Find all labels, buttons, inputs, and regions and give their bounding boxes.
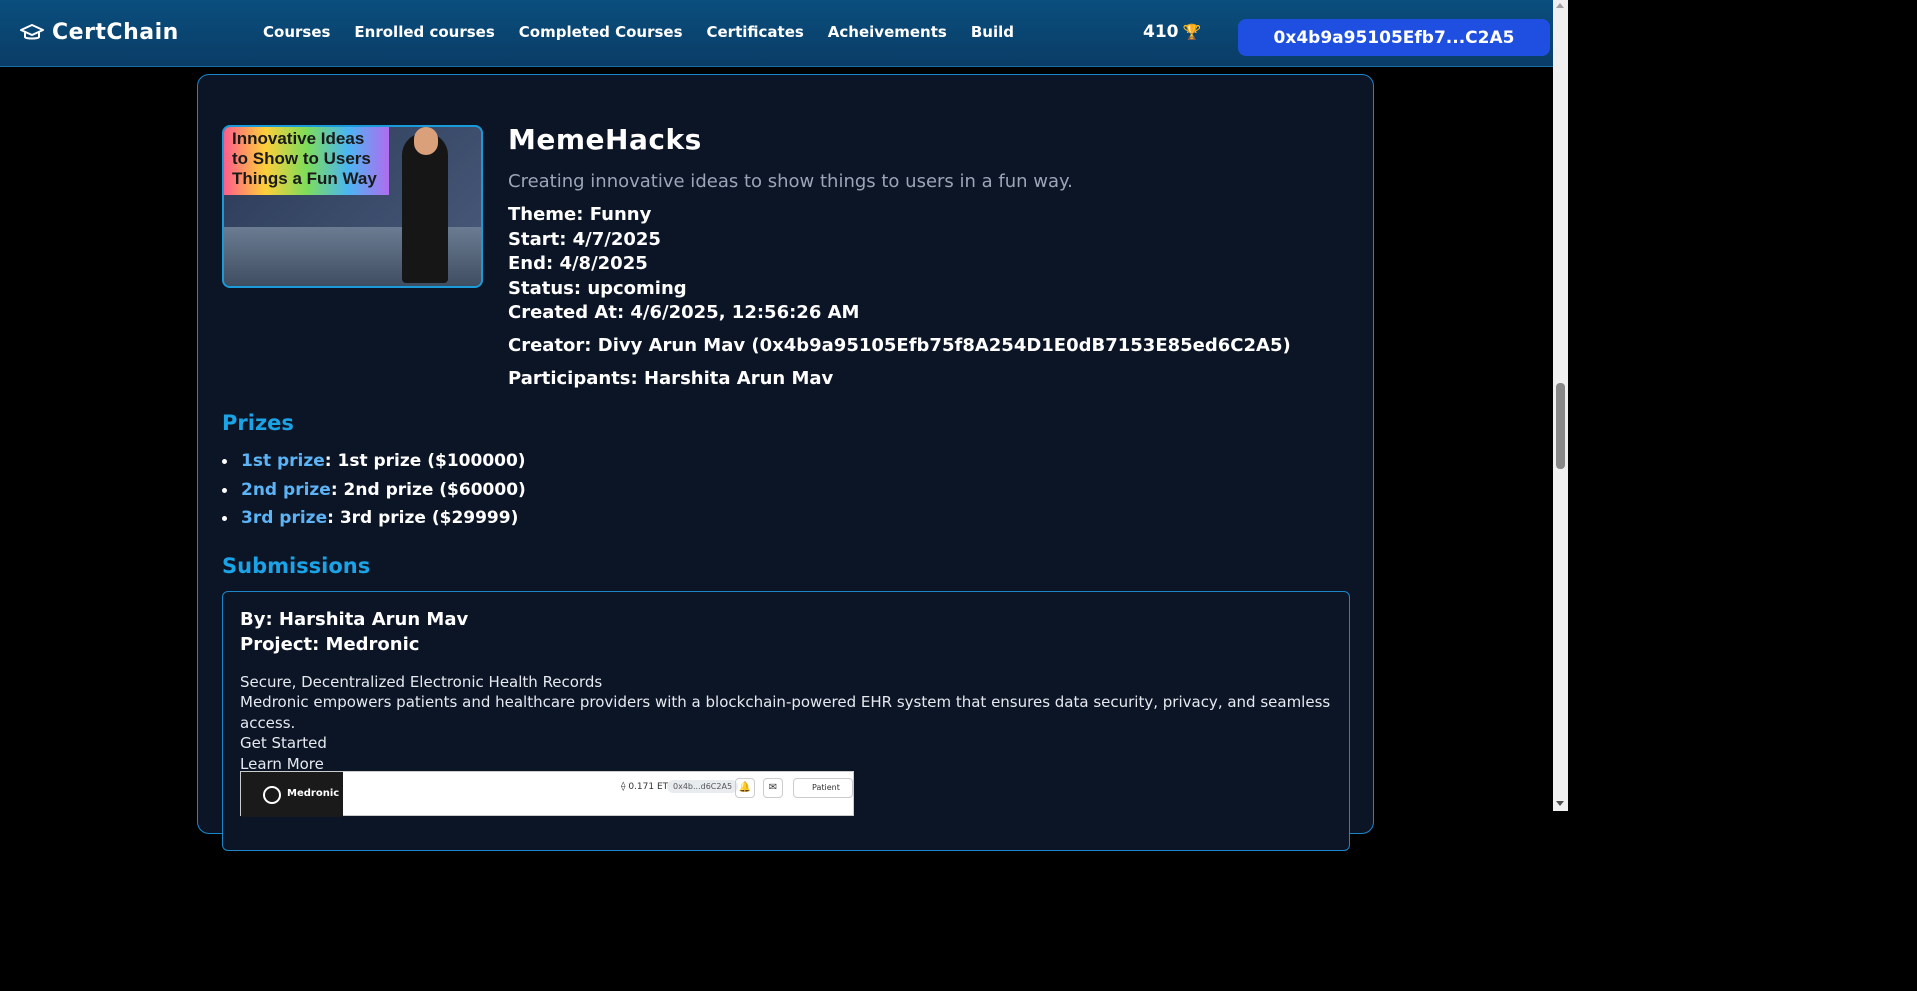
- hackathon-card: Innovative Ideas to Show to Users Things…: [197, 74, 1374, 851]
- hackathon-image-caption: Innovative Ideas to Show to Users Things…: [232, 129, 377, 188]
- submission-body: Medronic empowers patients and healthcar…: [240, 693, 1331, 732]
- bell-icon: 🔔: [735, 778, 755, 798]
- list-item: 2nd prize : 2nd prize ($60000): [222, 476, 526, 505]
- scrollbar[interactable]: [1553, 0, 1568, 811]
- hackathon-status: Status: upcoming: [508, 277, 687, 299]
- submission-screenshot: Medronic ⟠ 0.171 ETH 0x4b...d6C2A5 🔔 ✉ P…: [240, 771, 854, 817]
- submission-author: By: Harshita Arun Mav: [240, 609, 469, 630]
- nav-courses[interactable]: Courses: [263, 23, 330, 41]
- preview-address: 0x4b...d6C2A5: [667, 780, 739, 793]
- hackathon-created-at: Created At: 4/6/2025, 12:56:26 AM: [508, 302, 860, 324]
- prize-detail: : 2nd prize ($60000): [330, 479, 526, 500]
- hackathon-end: End: 4/8/2025: [508, 253, 648, 275]
- preview-role: Patient: [793, 778, 853, 798]
- nav-build[interactable]: Build: [971, 23, 1014, 41]
- graduation-cap-icon: [20, 23, 44, 39]
- hackathon-theme: Theme: Funny: [508, 204, 652, 225]
- list-item: 1st prize : 1st prize ($100000): [222, 447, 526, 476]
- submission-tagline: Secure, Decentralized Electronic Health …: [240, 673, 603, 691]
- nav-completed-courses[interactable]: Completed Courses: [519, 23, 683, 41]
- hackathon-title: MemeHacks: [508, 123, 702, 156]
- scroll-down-arrow-icon[interactable]: [1556, 801, 1564, 806]
- submission-project: Project: Medronic: [240, 633, 420, 655]
- submission-content: Secure, Decentralized Electronic Health …: [240, 672, 1340, 774]
- nav-enrolled-courses[interactable]: Enrolled courses: [354, 23, 494, 41]
- prize-detail: : 3rd prize ($29999): [327, 508, 519, 529]
- nav-links: Courses Enrolled courses Completed Cours…: [263, 23, 1014, 41]
- submissions-heading: Submissions: [222, 554, 371, 578]
- hackathon-info: MemeHacks Creating innovative ideas to s…: [508, 123, 1368, 391]
- nav-achievements[interactable]: Acheivements: [828, 23, 947, 41]
- prize-detail: : 1st prize ($100000): [324, 451, 526, 471]
- prize-link-1[interactable]: 1st prize: [241, 447, 325, 476]
- prizes-heading: Prizes: [222, 411, 294, 435]
- get-started-link[interactable]: Get Started: [240, 733, 1340, 753]
- scroll-thumb[interactable]: [1556, 383, 1565, 469]
- hackathon-image: Innovative Ideas to Show to Users Things…: [222, 125, 483, 288]
- prize-link-2[interactable]: 2nd prize: [241, 476, 331, 505]
- scroll-up-arrow-icon[interactable]: [1556, 3, 1564, 8]
- prizes-list: 1st prize : 1st prize ($100000) 2nd priz…: [222, 447, 526, 533]
- prize-link-3[interactable]: 3rd prize: [241, 504, 327, 533]
- hackathon-start: Start: 4/7/2025: [508, 228, 661, 250]
- points-value: 410: [1143, 22, 1179, 42]
- wallet-address-button[interactable]: 0x4b9a95105Efb7...C2A5: [1238, 19, 1550, 56]
- hackathon-participants: Participants: Harshita Arun Mav: [508, 367, 834, 389]
- nav-certificates[interactable]: Certificates: [707, 23, 804, 41]
- preview-app-name: Medronic: [287, 788, 340, 799]
- submission-card: By: Harshita Arun Mav Project: Medronic …: [222, 591, 1350, 851]
- hackathon-creator: Creator: Divy Arun Mav (0x4b9a95105Efb75…: [508, 334, 1291, 356]
- mail-icon: ✉: [763, 778, 783, 798]
- hackathon-description: Creating innovative ideas to show things…: [508, 171, 1073, 192]
- list-item: 3rd prize : 3rd prize ($29999): [222, 504, 526, 533]
- top-navbar: CertChain Courses Enrolled courses Compl…: [0, 0, 1553, 67]
- brand[interactable]: CertChain: [20, 20, 179, 45]
- brand-name: CertChain: [52, 20, 179, 45]
- trophy-icon: 🏆: [1182, 23, 1202, 41]
- points-display: 410 🏆: [1143, 22, 1201, 42]
- medronic-logo-icon: [263, 786, 281, 804]
